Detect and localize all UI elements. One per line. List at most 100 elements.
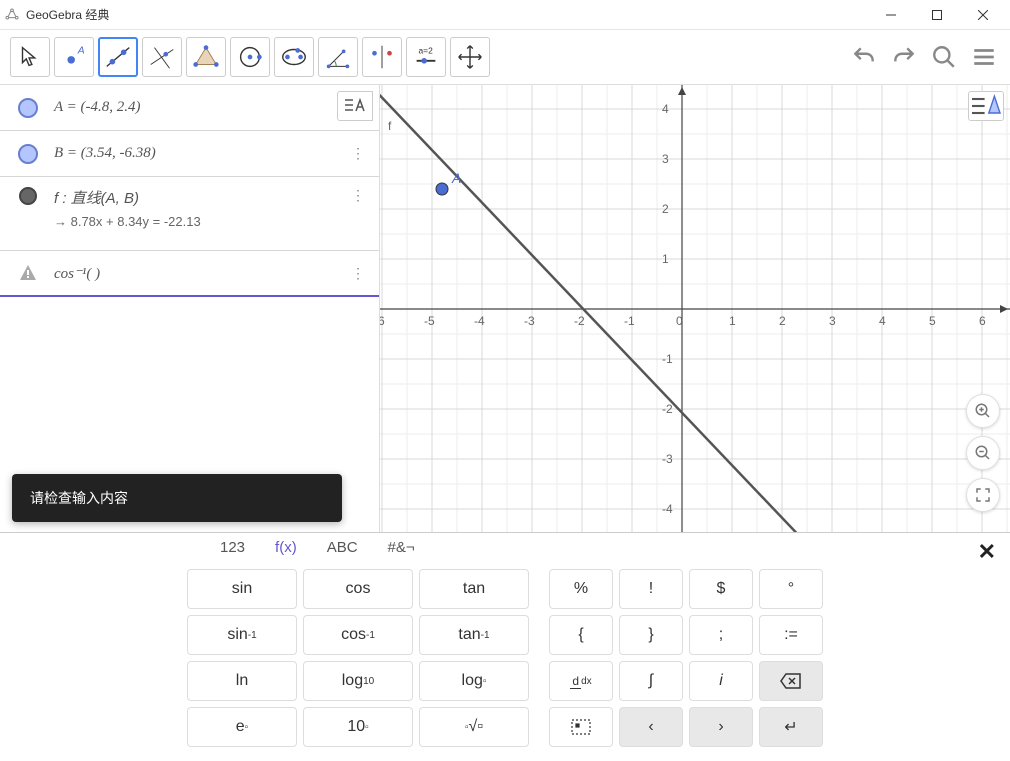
svg-text:2: 2 <box>662 202 669 216</box>
svg-text:3: 3 <box>662 152 669 166</box>
tool-circle[interactable] <box>230 37 270 77</box>
graph-canvas[interactable]: -6-5-4-3-2-10123456 -4-3-2-11234 f A <box>380 85 1010 532</box>
key-enter[interactable]: ↵ <box>759 707 823 747</box>
tool-move[interactable] <box>10 37 50 77</box>
keyboard-right-grid: % ! $ ° { } ; := ddx ∫ i ‹ › ↵ <box>549 569 823 747</box>
line-label: f <box>388 119 392 133</box>
tool-line[interactable] <box>98 37 138 77</box>
tab-fx[interactable]: f(x) <box>275 539 297 556</box>
row-menu-button[interactable]: ⋮ <box>343 265 373 282</box>
key-logb[interactable]: log▫ <box>419 661 529 701</box>
tab-sym[interactable]: #&¬ <box>388 539 415 556</box>
tool-angle[interactable] <box>318 37 358 77</box>
algebra-row-input[interactable]: cos⁻¹( ) ⋮ <box>0 251 379 297</box>
toolbar: A a=2 <box>0 30 1010 85</box>
keyboard-left-grid: sin cos tan sin-1 cos-1 tan-1 ln log10 l… <box>187 569 529 747</box>
svg-text:5: 5 <box>929 314 936 328</box>
key-i[interactable]: i <box>689 661 753 701</box>
object-definition: f : 直线(A, B) → 8.78x + 8.34y = -22.13 <box>50 187 343 229</box>
menu-button[interactable] <box>968 41 1000 73</box>
key-atan[interactable]: tan-1 <box>419 615 529 655</box>
input-expression[interactable]: cos⁻¹( ) <box>50 264 343 283</box>
keyboard-close-button[interactable]: ✕ <box>978 539 996 565</box>
svg-text:0: 0 <box>676 314 683 328</box>
warning-icon <box>6 263 50 283</box>
minimize-button[interactable] <box>868 0 914 30</box>
window-title: GeoGebra 经典 <box>26 6 109 23</box>
svg-text:4: 4 <box>879 314 886 328</box>
fullscreen-button[interactable] <box>966 478 1000 512</box>
key-assign[interactable]: := <box>759 615 823 655</box>
tab-abc[interactable]: ABC <box>327 539 358 556</box>
tool-reflect[interactable] <box>362 37 402 77</box>
zoom-out-button[interactable] <box>966 436 1000 470</box>
algebra-row-A[interactable]: A = (-4.8, 2.4) <box>0 85 379 131</box>
key-log10[interactable]: log10 <box>303 661 413 701</box>
svg-text:-2: -2 <box>662 402 673 416</box>
key-factorial[interactable]: ! <box>619 569 683 609</box>
tool-ellipse[interactable] <box>274 37 314 77</box>
key-left[interactable]: ‹ <box>619 707 683 747</box>
key-cos[interactable]: cos <box>303 569 413 609</box>
key-lbrace[interactable]: { <box>549 615 613 655</box>
tool-move-view[interactable] <box>450 37 490 77</box>
graphics-view[interactable]: -6-5-4-3-2-10123456 -4-3-2-11234 f A <box>380 85 1010 532</box>
algebra-sort-button[interactable] <box>337 91 373 121</box>
key-rbrace[interactable]: } <box>619 615 683 655</box>
key-semicolon[interactable]: ; <box>689 615 753 655</box>
key-degree[interactable]: ° <box>759 569 823 609</box>
key-asin[interactable]: sin-1 <box>187 615 297 655</box>
svg-text:-4: -4 <box>662 502 673 516</box>
key-tan[interactable]: tan <box>419 569 529 609</box>
tool-polygon[interactable] <box>186 37 226 77</box>
search-button[interactable] <box>928 41 960 73</box>
svg-text:4: 4 <box>662 102 669 116</box>
redo-button[interactable] <box>888 41 920 73</box>
row-menu-button[interactable]: ⋮ <box>343 187 373 204</box>
algebra-row-f[interactable]: f : 直线(A, B) → 8.78x + 8.34y = -22.13 ⋮ <box>0 177 379 251</box>
titlebar: GeoGebra 经典 <box>0 0 1010 30</box>
zoom-controls <box>966 394 1000 512</box>
key-backspace[interactable] <box>759 661 823 701</box>
algebra-view: A = (-4.8, 2.4) B = (3.54, -6.38) ⋮ f : … <box>0 85 380 532</box>
point-label: A <box>451 170 461 186</box>
svg-text:-4: -4 <box>474 314 485 328</box>
graphics-stylebar-button[interactable] <box>968 91 1004 121</box>
tool-perpendicular[interactable] <box>142 37 182 77</box>
key-ddx[interactable]: ddx <box>549 661 613 701</box>
key-scan[interactable] <box>549 707 613 747</box>
row-menu-button[interactable]: ⋮ <box>343 145 373 162</box>
key-percent[interactable]: % <box>549 569 613 609</box>
svg-text:-5: -5 <box>424 314 435 328</box>
visibility-toggle[interactable] <box>6 98 50 118</box>
svg-text:3: 3 <box>829 314 836 328</box>
visibility-toggle[interactable] <box>6 187 50 205</box>
svg-text:-2: -2 <box>574 314 585 328</box>
undo-button[interactable] <box>848 41 880 73</box>
svg-text:-3: -3 <box>524 314 535 328</box>
tab-123[interactable]: 123 <box>220 539 245 556</box>
key-epow[interactable]: e▫ <box>187 707 297 747</box>
app-logo-icon <box>4 7 20 23</box>
key-10pow[interactable]: 10▫ <box>303 707 413 747</box>
key-integral[interactable]: ∫ <box>619 661 683 701</box>
visibility-toggle[interactable] <box>6 144 50 164</box>
key-right[interactable]: › <box>689 707 753 747</box>
svg-text:1: 1 <box>662 252 669 266</box>
algebra-row-B[interactable]: B = (3.54, -6.38) ⋮ <box>0 131 379 177</box>
object-definition: B = (3.54, -6.38) <box>50 145 343 162</box>
zoom-in-button[interactable] <box>966 394 1000 428</box>
maximize-button[interactable] <box>914 0 960 30</box>
key-dollar[interactable]: $ <box>689 569 753 609</box>
svg-text:-6: -6 <box>380 314 385 328</box>
svg-text:2: 2 <box>779 314 786 328</box>
key-acos[interactable]: cos-1 <box>303 615 413 655</box>
svg-text:-1: -1 <box>662 352 673 366</box>
key-sin[interactable]: sin <box>187 569 297 609</box>
key-nroot[interactable]: ▫√▫ <box>419 707 529 747</box>
close-button[interactable] <box>960 0 1006 30</box>
key-ln[interactable]: ln <box>187 661 297 701</box>
object-definition: A = (-4.8, 2.4) <box>50 99 373 116</box>
tool-slider[interactable]: a=2 <box>406 37 446 77</box>
tool-point[interactable]: A <box>54 37 94 77</box>
